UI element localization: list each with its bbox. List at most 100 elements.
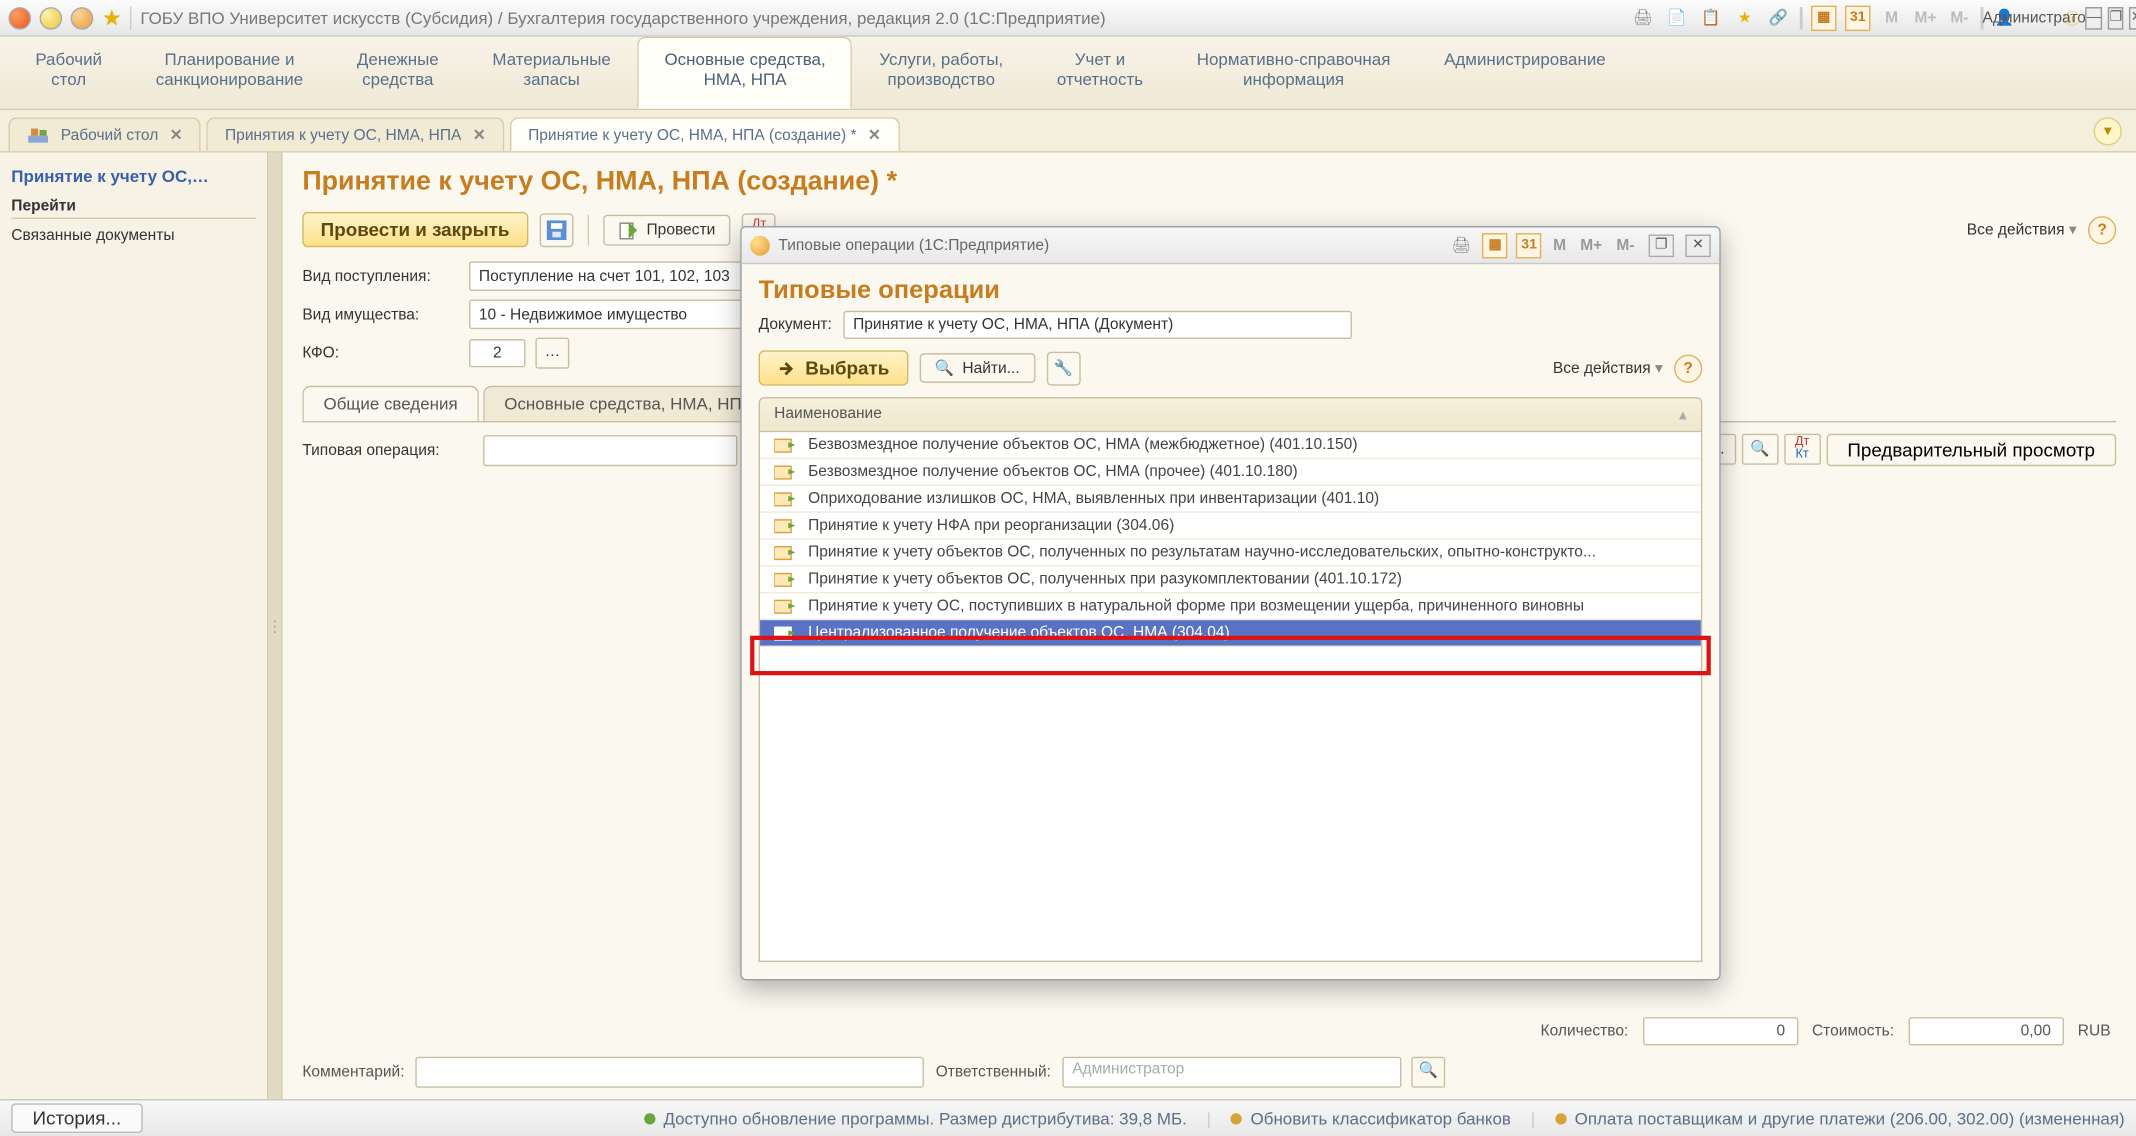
modal-find-button[interactable]: 🔍 Найти... — [919, 353, 1035, 383]
modal-doc-input[interactable]: Принятие к учету ОС, НМА, НПА (Документ) — [843, 311, 1352, 339]
modal-m-plus-button[interactable]: M+ — [1577, 237, 1605, 254]
totals-row: Количество: 0 Стоимость: 0,00 RUB — [1541, 1017, 2111, 1045]
inner-tab-general[interactable]: Общие сведения — [302, 386, 479, 421]
copy-icon[interactable]: 📋 — [1698, 5, 1723, 30]
list-item-label: Безвозмездное получение объектов ОС, НМА… — [808, 437, 1357, 454]
list-item[interactable]: Безвозмездное получение объектов ОС, НМА… — [760, 459, 1701, 486]
m-minus-button[interactable]: M- — [1947, 5, 1972, 30]
history-button[interactable]: История... — [11, 1103, 142, 1133]
open-tab-create[interactable]: Принятие к учету ОС, НМА, НПА (создание)… — [510, 117, 900, 151]
typical-op-dtkt-icon[interactable]: ДтКт — [1784, 434, 1821, 465]
status-payments[interactable]: Оплата поставщикам и другие платежи (206… — [1555, 1108, 2125, 1128]
section-tab-fixed-assets[interactable]: Основные средства, НМА, НПА — [638, 37, 853, 109]
maximize-button[interactable]: ❐ — [2108, 6, 2123, 29]
print-icon[interactable]: 🖨 — [1630, 5, 1655, 30]
window-btn-icon[interactable] — [40, 6, 63, 29]
page-title: Принятие к учету ОС, НМА, НПА (создание)… — [302, 167, 2116, 198]
modal-calendar-icon[interactable]: 31 — [1516, 232, 1541, 257]
list-item[interactable]: Принятие к учету НФА при реорганизации (… — [760, 513, 1701, 540]
sidebar-link-related-docs[interactable]: Связанные документы — [11, 225, 255, 248]
calculator-icon[interactable]: ▦ — [1811, 5, 1836, 30]
post-and-close-button[interactable]: Провести и закрыть — [302, 212, 528, 247]
status-banks[interactable]: Обновить классификатор банков — [1231, 1108, 1511, 1128]
app-title-bar: ★ ГОБУ ВПО Университет искусств (Субсиди… — [0, 0, 2136, 37]
cost-label: Стоимость: — [1812, 1023, 1894, 1040]
save-icon[interactable] — [539, 213, 573, 247]
section-tab-planning[interactable]: Планирование и санкционирование — [129, 37, 330, 109]
sidebar-grip[interactable]: ⋮ — [268, 153, 282, 1100]
info-icon[interactable]: ⓘ — [2060, 5, 2085, 30]
magnifier-icon: 🔍 — [935, 359, 954, 377]
modal-header: Типовые операции — [742, 264, 1720, 311]
close-button[interactable]: ✕ — [2129, 6, 2136, 29]
favorite-star-icon[interactable]: ★ — [102, 4, 122, 32]
typical-op-input[interactable] — [483, 434, 737, 465]
user-label[interactable]: Администратор — [2026, 5, 2051, 30]
preview-button[interactable]: Предварительный просмотр — [1826, 434, 2116, 466]
modal-print-icon[interactable]: 🖨 — [1449, 232, 1474, 257]
section-tab-reference[interactable]: Нормативно-справочная информация — [1170, 37, 1417, 109]
open-tab-list[interactable]: Принятия к учету ОС, НМА, НПА ✕ — [207, 117, 504, 151]
inner-tab-assets[interactable]: Основные средства, НМА, НП — [483, 386, 763, 421]
modal-column-header[interactable]: Наименование ▴ — [759, 397, 1703, 432]
close-tab-icon[interactable]: ✕ — [868, 126, 881, 144]
modal-select-button[interactable]: Выбрать — [759, 350, 908, 385]
post-button[interactable]: Провести — [603, 214, 731, 245]
comment-input[interactable] — [416, 1057, 925, 1088]
link-icon[interactable]: 🔗 — [1766, 5, 1791, 30]
minimize-button[interactable]: — — [2086, 6, 2103, 29]
status-bar: История... Доступно обновление программы… — [0, 1099, 2136, 1136]
window-menu-icon[interactable] — [8, 6, 31, 29]
help-icon[interactable]: ? — [2088, 215, 2116, 243]
kfo-input[interactable]: 2 — [469, 339, 526, 367]
modal-close-button[interactable]: ✕ — [1685, 234, 1710, 257]
open-tab-desktop[interactable]: Рабочий стол ✕ — [8, 117, 201, 151]
m-button[interactable]: M — [1879, 5, 1904, 30]
modal-restore-button[interactable]: ❐ — [1649, 234, 1674, 257]
modal-all-actions-button[interactable]: Все действия — [1553, 359, 1663, 377]
section-tab-cash[interactable]: Денежные средства — [330, 37, 466, 109]
typical-op-search-icon[interactable]: 🔍 — [1741, 434, 1778, 465]
modal-help-icon[interactable]: ? — [1674, 354, 1702, 382]
close-tab-icon[interactable]: ✕ — [473, 126, 486, 144]
section-tab-materials[interactable]: Материальные запасы — [466, 37, 638, 109]
list-item[interactable]: Принятие к учету объектов ОС, полученных… — [760, 566, 1701, 593]
modal-m-button[interactable]: M — [1550, 237, 1569, 254]
modal-clear-filter-icon[interactable]: 🔧 — [1047, 351, 1081, 385]
row-icon — [774, 463, 797, 480]
list-item-label: Принятие к учету объектов ОС, полученных… — [808, 544, 1596, 561]
list-item[interactable]: Оприходование излишков ОС, НМА, выявленн… — [760, 486, 1701, 513]
modal-m-minus-button[interactable]: M- — [1614, 237, 1638, 254]
list-item[interactable]: Централизованное получение объектов ОС, … — [760, 620, 1701, 647]
close-tab-icon[interactable]: ✕ — [170, 126, 183, 144]
list-item[interactable]: Принятие к учету ОС, поступивших в натур… — [760, 593, 1701, 620]
m-plus-button[interactable]: M+ — [1913, 5, 1938, 30]
calendar-icon[interactable]: 31 — [1845, 5, 1870, 30]
responsible-input[interactable]: Администратор — [1062, 1057, 1401, 1088]
list-item[interactable]: Принятие к учету объектов ОС, полученных… — [760, 540, 1701, 567]
kfo-picker-button[interactable]: … — [535, 338, 569, 369]
window-btn2-icon[interactable] — [71, 6, 94, 29]
row-icon — [774, 624, 797, 641]
modal-typical-operations: Типовые операции (1С:Предприятие) 🖨 ▦ 31… — [740, 226, 1720, 980]
receipt-type-select[interactable]: Поступление на счет 101, 102, 103 — [469, 261, 766, 291]
typical-op-label: Типовая операция: — [302, 441, 472, 458]
receipt-type-label: Вид поступления: — [302, 268, 457, 285]
responsible-search-icon[interactable]: 🔍 — [1411, 1057, 1445, 1088]
section-tab-desktop[interactable]: Рабочий стол — [8, 37, 128, 109]
list-item[interactable]: Безвозмездное получение объектов ОС, НМА… — [760, 432, 1701, 459]
section-tab-services[interactable]: Услуги, работы, производство — [853, 37, 1031, 109]
section-tab-admin[interactable]: Администрирование — [1417, 37, 1632, 109]
qty-value: 0 — [1642, 1017, 1797, 1045]
section-tab-accounting[interactable]: Учет и отчетность — [1030, 37, 1170, 109]
doc-icon[interactable]: 📄 — [1664, 5, 1689, 30]
property-type-select[interactable]: 10 - Недвижимое имущество — [469, 299, 766, 329]
modal-list[interactable]: Безвозмездное получение объектов ОС, НМА… — [759, 432, 1703, 962]
open-tab-label: Принятие к учету ОС, НМА, НПА (создание)… — [528, 126, 856, 143]
modal-calculator-icon[interactable]: ▦ — [1482, 232, 1507, 257]
status-update[interactable]: Доступно обновление программы. Размер ди… — [644, 1108, 1187, 1128]
row-icon — [774, 571, 797, 588]
star-small-icon[interactable]: ★ — [1732, 5, 1757, 30]
all-actions-button[interactable]: Все действия — [1967, 220, 2077, 238]
tabs-dropdown-icon[interactable]: ▾ — [2094, 117, 2122, 145]
